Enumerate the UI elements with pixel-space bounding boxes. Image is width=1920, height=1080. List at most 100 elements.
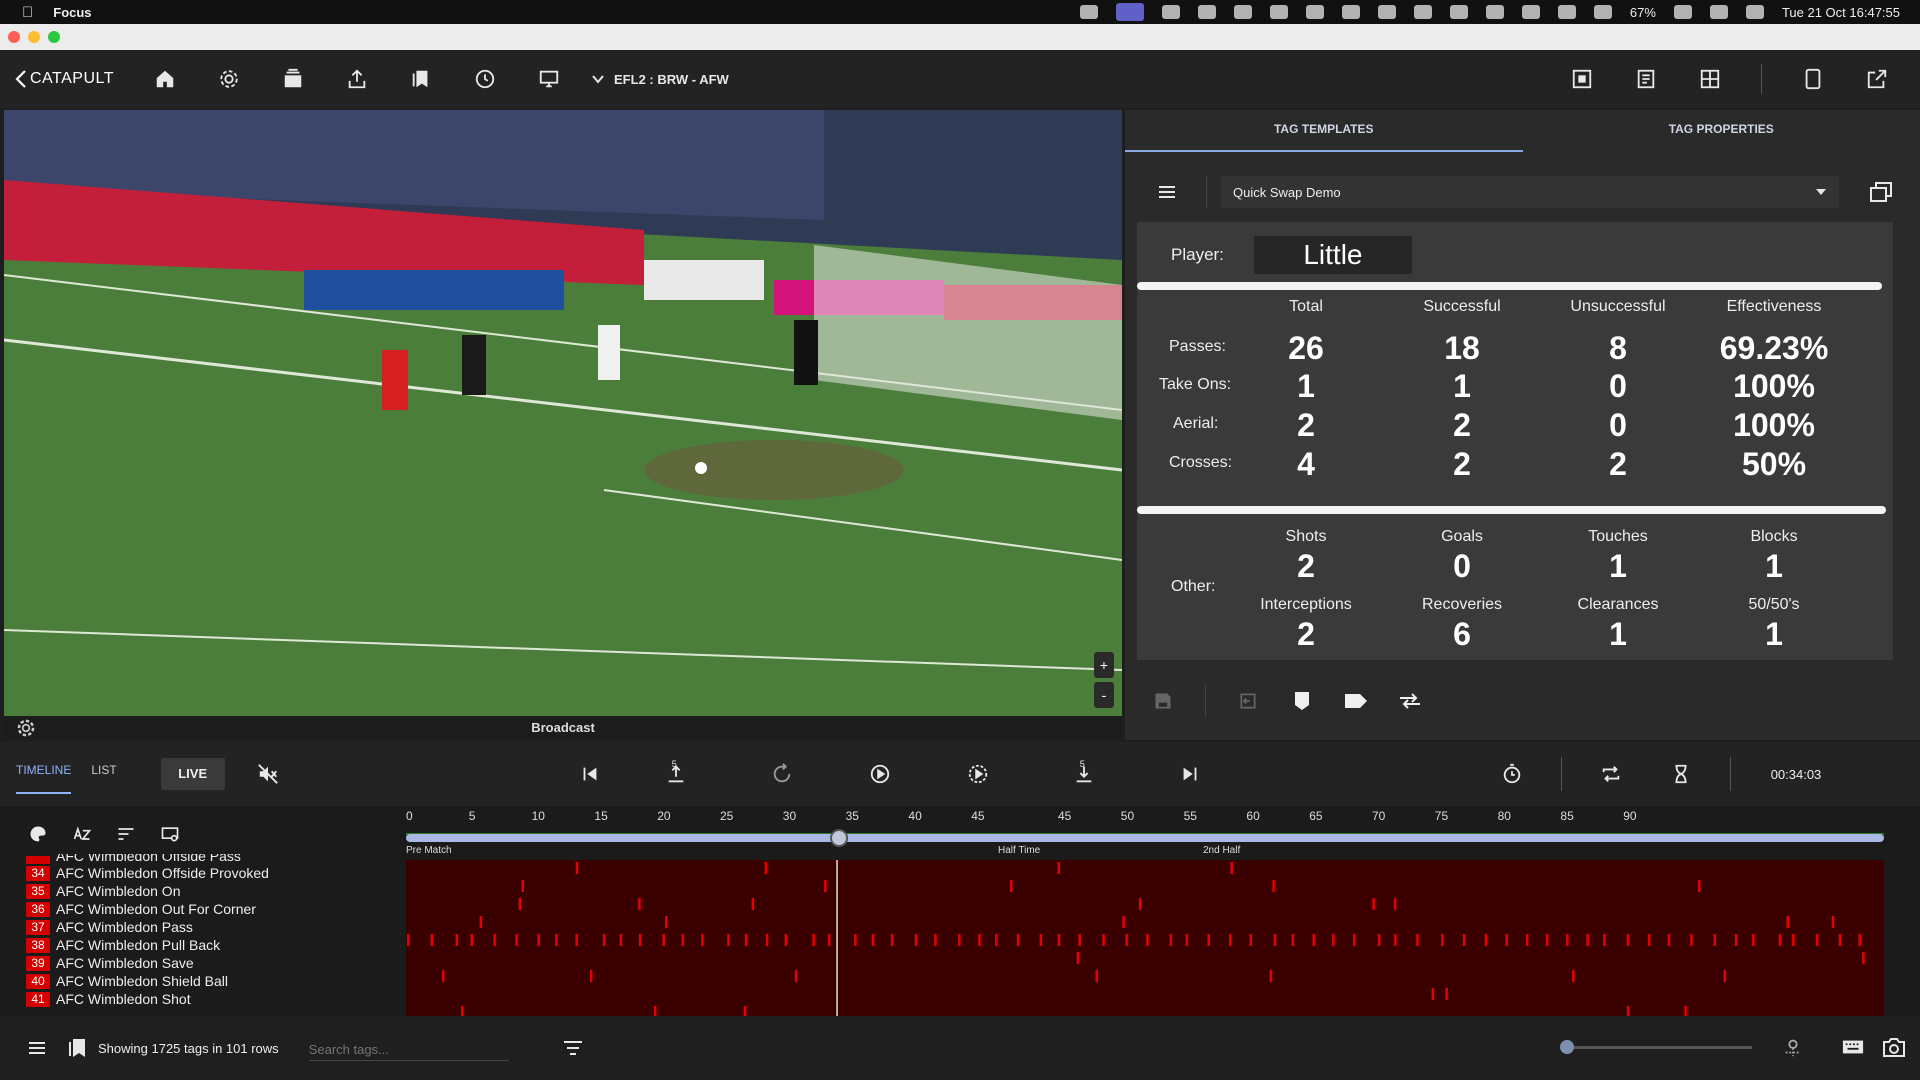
tag-mark[interactable]: [751, 898, 755, 910]
record-icon[interactable]: [1079, 5, 1098, 19]
tag-mark[interactable]: [1713, 934, 1717, 946]
tag-mark[interactable]: [1393, 898, 1397, 910]
list-icon[interactable]: [28, 1040, 46, 1056]
timeline-axis[interactable]: 0 5 10 15 20 25 30 35 40 45 45 50 55 60 65 70 75 80 85 90 P…: [406, 806, 1886, 854]
control-center-icon[interactable]: [1745, 5, 1764, 19]
tag-mark[interactable]: [871, 934, 875, 946]
tag-mark[interactable]: [1207, 934, 1211, 946]
tag-mark[interactable]: [1734, 934, 1738, 946]
tag-mark[interactable]: [812, 934, 815, 946]
camera-icon[interactable]: [1882, 1036, 1906, 1058]
tag-mark[interactable]: [1792, 934, 1795, 946]
tag-mark[interactable]: [441, 970, 445, 982]
status-icon-9[interactable]: [1485, 5, 1504, 19]
tag-mark[interactable]: [493, 934, 496, 946]
home-icon[interactable]: [152, 66, 178, 92]
tab-list[interactable]: LIST: [91, 754, 116, 794]
live-button[interactable]: LIVE: [160, 758, 225, 790]
tag-mark[interactable]: [1169, 934, 1173, 946]
hourglass-icon[interactable]: [1668, 761, 1694, 787]
tag-mark[interactable]: [1647, 934, 1651, 946]
zoom-window-button[interactable]: [48, 31, 60, 43]
label-tag-icon[interactable]: [1344, 689, 1368, 713]
playhead-handle[interactable]: [830, 829, 849, 847]
wifi-icon[interactable]: [1709, 5, 1728, 19]
tag-mark[interactable]: [521, 880, 525, 892]
tag-mark[interactable]: [1095, 970, 1099, 982]
tag-mark[interactable]: [1291, 934, 1295, 946]
status-icon-8[interactable]: [1449, 5, 1468, 19]
palette-icon[interactable]: [28, 824, 48, 844]
tag-mark[interactable]: [1272, 880, 1275, 892]
status-icon-10[interactable]: [1557, 5, 1576, 19]
tag-mark[interactable]: [934, 934, 937, 946]
tag-mark[interactable]: [1009, 880, 1013, 892]
mute-icon[interactable]: [255, 761, 281, 787]
screen-share-icon[interactable]: [1115, 3, 1144, 21]
tag-mark[interactable]: [1778, 934, 1782, 946]
tag-mark[interactable]: [765, 934, 769, 946]
skip-to-end-icon[interactable]: [1177, 761, 1203, 787]
tag-mark[interactable]: [1372, 898, 1375, 910]
tag-mark[interactable]: [1039, 934, 1043, 946]
tag-mark[interactable]: [1076, 952, 1080, 964]
battery-icon[interactable]: [1673, 5, 1692, 19]
globe-icon[interactable]: [1377, 5, 1396, 19]
keyboard-icon[interactable]: [1842, 1038, 1864, 1056]
status-icon-5[interactable]: [1305, 5, 1324, 19]
status-icon-7[interactable]: [1413, 5, 1432, 19]
layout-grid-icon[interactable]: [1697, 66, 1723, 92]
list-item-partial[interactable]: AFC Wimbledon Offside Pass: [26, 854, 406, 864]
bookmarks-icon[interactable]: [408, 66, 434, 92]
list-item[interactable]: 39 AFC Wimbledon Save: [26, 954, 406, 972]
tag-mark[interactable]: [1723, 970, 1727, 982]
list-item[interactable]: 41 AFC Wimbledon Shot: [26, 990, 406, 1008]
tag-mark[interactable]: [1125, 934, 1128, 946]
video-player[interactable]: [4, 110, 1122, 716]
list-item[interactable]: 38 AFC Wimbledon Pull Back: [26, 936, 406, 954]
tag-mark[interactable]: [479, 916, 483, 928]
video-settings-gear-icon[interactable]: [16, 718, 36, 738]
tag-mark[interactable]: [665, 916, 668, 928]
tag-mark[interactable]: [1394, 934, 1397, 946]
bluetooth-icon[interactable]: [1593, 5, 1612, 19]
tag-mark[interactable]: [1229, 934, 1232, 946]
tag-mark[interactable]: [619, 934, 623, 946]
tag-mark[interactable]: [1752, 934, 1755, 946]
catapult-logo[interactable]: CATAPULT: [14, 69, 114, 89]
minimize-window-button[interactable]: [28, 31, 40, 43]
tag-mark[interactable]: [1815, 934, 1819, 946]
tag-mark[interactable]: [1626, 934, 1630, 946]
tag-mark[interactable]: [784, 934, 788, 946]
list-item[interactable]: 34 AFC Wimbledon Offside Provoked: [26, 864, 406, 882]
tag-mark[interactable]: [1377, 934, 1381, 946]
replay-icon[interactable]: [769, 761, 795, 787]
tag-mark[interactable]: [1462, 934, 1466, 946]
marker-pin-icon[interactable]: [1782, 1036, 1804, 1058]
tag-mark[interactable]: [681, 934, 685, 946]
tag-mark[interactable]: [1586, 934, 1589, 946]
filter-icon[interactable]: [563, 1040, 583, 1056]
tag-mark[interactable]: [1122, 916, 1125, 928]
layout-video-icon[interactable]: [1569, 66, 1595, 92]
tag-mark[interactable]: [978, 934, 981, 946]
tag-mark[interactable]: [727, 934, 730, 946]
tag-mark[interactable]: [1431, 988, 1435, 1000]
tag-mark[interactable]: [995, 934, 998, 946]
tag-mark[interactable]: [701, 934, 704, 946]
status-icon-3[interactable]: [1233, 5, 1252, 19]
close-window-button[interactable]: [8, 31, 20, 43]
clock[interactable]: Tue 21 Oct 16:47:55: [1782, 5, 1900, 20]
tag-mark[interactable]: [662, 934, 665, 946]
open-external-icon[interactable]: [1864, 66, 1890, 92]
tag-mark[interactable]: [455, 934, 459, 946]
tag-mark[interactable]: [1831, 916, 1835, 928]
tag-mark[interactable]: [1078, 934, 1081, 946]
settings-gear-icon[interactable]: [216, 66, 242, 92]
layout-document-icon[interactable]: [1633, 66, 1659, 92]
tag-mark[interactable]: [1667, 934, 1671, 946]
list-item[interactable]: 37 AFC Wimbledon Pass: [26, 918, 406, 936]
tag-mark[interactable]: [1352, 934, 1356, 946]
tag-mark[interactable]: [1858, 934, 1862, 946]
clips-icon[interactable]: [280, 66, 306, 92]
